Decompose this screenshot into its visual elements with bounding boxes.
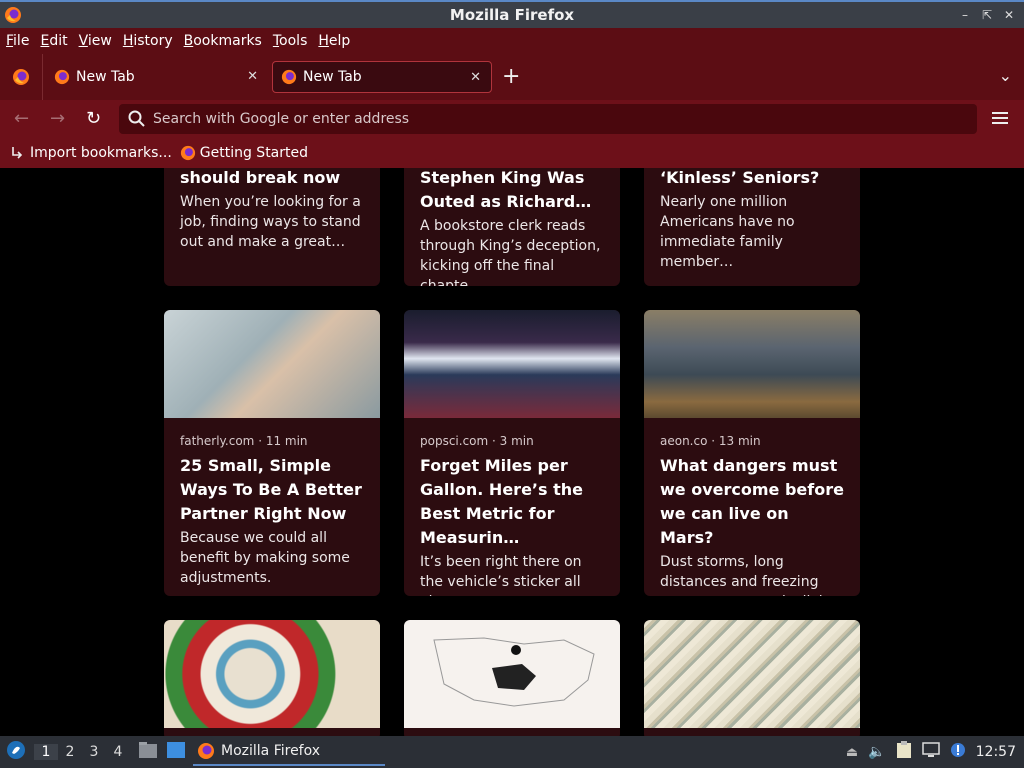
clipboard-icon[interactable]: [896, 741, 912, 763]
forward-arrow-icon[interactable]: →: [50, 109, 65, 129]
firefox-icon: [13, 69, 29, 85]
volume-icon[interactable]: 🔈: [868, 744, 885, 760]
menu-edit[interactable]: Edit: [40, 33, 67, 49]
bookmarks-toolbar: Import bookmarks... Getting Started: [0, 138, 1024, 168]
update-notification-icon[interactable]: [950, 742, 966, 762]
story-card[interactable]: ‘Kinless’ Seniors? Nearly one million Am…: [644, 168, 860, 286]
tab-new-tab-1[interactable]: New Tab ✕: [46, 61, 268, 93]
story-card[interactable]: fatherly.com · 11 min 25 Small, Simple W…: [164, 310, 380, 596]
chevron-down-icon[interactable]: ⌄: [999, 66, 1012, 85]
story-card[interactable]: popsci.com · 3 min Forget Miles per Gall…: [404, 310, 620, 596]
menubar: File Edit View History Bookmarks Tools H…: [0, 28, 1024, 54]
story-headline: Forget Miles per Gallon. Here’s the Best…: [420, 456, 583, 547]
back-arrow-icon[interactable]: ←: [14, 109, 29, 129]
start-menu-icon[interactable]: [6, 740, 26, 764]
story-thumbnail: [164, 620, 380, 728]
menu-history[interactable]: History: [123, 33, 173, 49]
story-thumbnail: [404, 310, 620, 418]
story-excerpt: A bookstore clerk reads through King’s d…: [420, 218, 601, 286]
firefox-logo-icon: [4, 6, 22, 28]
desktop-icon[interactable]: [166, 741, 186, 763]
tab-close-icon[interactable]: ✕: [470, 70, 481, 85]
story-excerpt: Nearly one million Americans have no imm…: [660, 194, 795, 270]
system-tray: ⏏ 🔈 12:57: [846, 736, 1024, 768]
window-title: Mozilla Firefox: [449, 6, 575, 24]
address-input[interactable]: [153, 111, 933, 127]
new-tab-plus-icon[interactable]: +: [502, 66, 520, 88]
story-card[interactable]: [644, 620, 860, 736]
navigation-toolbar: ← → ↻: [0, 100, 1024, 138]
tab-new-tab-2[interactable]: New Tab ✕: [272, 61, 492, 93]
taskbar: 1 2 3 4 Mozilla Firefox ⏏ 🔈 12:57: [0, 736, 1024, 768]
firefox-favicon-icon: [180, 145, 195, 161]
us-map-thumbnail: [433, 637, 595, 707]
eject-icon[interactable]: ⏏: [846, 745, 858, 760]
menu-view[interactable]: View: [79, 33, 112, 49]
getting-started-bookmark[interactable]: Getting Started: [180, 145, 308, 161]
story-headline: 25 Small, Simple Ways To Be A Better Par…: [180, 456, 362, 523]
workspace-2[interactable]: 2: [58, 744, 82, 760]
taskbar-item-firefox[interactable]: Mozilla Firefox: [193, 738, 385, 766]
story-headline: Stephen King Was Outed as Richard…: [420, 168, 592, 211]
story-card[interactable]: should break now When you’re looking for…: [164, 168, 380, 286]
file-manager-icon[interactable]: [138, 741, 158, 763]
tab-close-icon[interactable]: ✕: [247, 69, 258, 84]
story-card[interactable]: [404, 620, 620, 736]
firefox-view-button[interactable]: [0, 54, 43, 100]
story-thumbnail: [644, 620, 860, 728]
firefox-favicon-icon: [54, 69, 70, 85]
story-source: aeon.co · 13 min: [660, 434, 761, 448]
story-excerpt: When you’re looking for a job, finding w…: [180, 194, 361, 250]
close-icon[interactable]: ✕: [1000, 6, 1018, 24]
story-headline: should break now: [180, 168, 341, 187]
minimize-icon[interactable]: –: [956, 6, 974, 24]
address-bar[interactable]: [119, 104, 977, 134]
tab-label: New Tab: [76, 69, 135, 85]
window-titlebar: Mozilla Firefox – ⇱ ✕: [0, 0, 1024, 28]
story-thumbnail: [644, 310, 860, 418]
story-thumbnail: [164, 310, 380, 418]
clock: 12:57: [975, 744, 1016, 760]
menu-tools[interactable]: Tools: [273, 33, 308, 49]
story-headline: What dangers must we overcome before we …: [660, 456, 844, 547]
reload-icon[interactable]: ↻: [86, 109, 101, 129]
firefox-favicon-icon: [281, 69, 297, 85]
menu-bookmarks[interactable]: Bookmarks: [184, 33, 262, 49]
story-source: fatherly.com · 11 min: [180, 434, 308, 448]
workspace-3[interactable]: 3: [82, 744, 106, 760]
story-excerpt: Because we could all benefit by making s…: [180, 530, 350, 586]
story-card[interactable]: [164, 620, 380, 736]
story-headline: ‘Kinless’ Seniors?: [660, 168, 820, 187]
firefox-icon: [198, 743, 214, 759]
story-card[interactable]: Stephen King Was Outed as Richard… A boo…: [404, 168, 620, 286]
workspace-1[interactable]: 1: [34, 744, 58, 760]
import-icon: [12, 147, 23, 159]
tab-bar: New Tab ✕ New Tab ✕ + ⌄: [0, 54, 1024, 100]
menu-help[interactable]: Help: [318, 33, 350, 49]
maximize-icon[interactable]: ⇱: [978, 6, 996, 24]
hamburger-menu-icon[interactable]: [992, 109, 1008, 127]
story-thumbnail: [404, 620, 620, 728]
search-icon: [128, 110, 145, 127]
network-icon[interactable]: [921, 742, 940, 762]
story-excerpt: It’s been right there on the vehicle’s s…: [420, 554, 582, 596]
import-bookmarks-link[interactable]: Import bookmarks...: [10, 145, 172, 161]
story-source: popsci.com · 3 min: [420, 434, 534, 448]
story-card[interactable]: aeon.co · 13 min What dangers must we ov…: [644, 310, 860, 596]
tab-label: New Tab: [303, 69, 362, 85]
new-tab-content: should break now When you’re looking for…: [0, 168, 1024, 736]
menu-file[interactable]: File: [6, 33, 29, 49]
workspace-4[interactable]: 4: [106, 744, 130, 760]
story-excerpt: Dust storms, long distances and freezing…: [660, 554, 840, 596]
